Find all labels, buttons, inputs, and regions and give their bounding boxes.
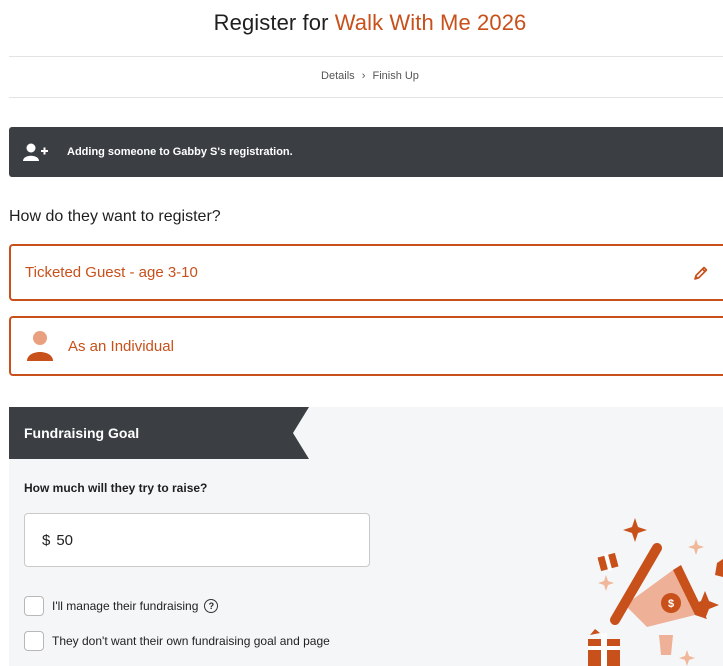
svg-text:$: $ bbox=[668, 598, 674, 610]
breadcrumb-step-details[interactable]: Details bbox=[321, 70, 355, 82]
goal-amount-input[interactable]: $ 50 bbox=[24, 513, 370, 567]
register-question: How do they want to register? bbox=[9, 208, 221, 225]
banner-message: Adding someone to Gabby S's registration… bbox=[67, 146, 293, 158]
participation-option[interactable]: As an Individual bbox=[9, 316, 723, 376]
manage-fundraising-checkbox[interactable] bbox=[24, 596, 44, 616]
no-goal-checkbox[interactable] bbox=[24, 631, 44, 651]
pencil-icon[interactable] bbox=[693, 265, 709, 285]
divider-top bbox=[9, 56, 723, 57]
breadcrumb-step-finish[interactable]: Finish Up bbox=[372, 70, 418, 82]
event-name: Walk With Me 2026 bbox=[334, 10, 527, 35]
help-icon[interactable]: ? bbox=[204, 599, 219, 613]
ticket-type-label: Ticketed Guest - age 3-10 bbox=[25, 264, 198, 281]
adding-someone-banner: Adding someone to Gabby S's registration… bbox=[9, 127, 723, 177]
manage-fundraising-row[interactable]: I'll manage their fundraising ? bbox=[24, 596, 219, 616]
ticket-type-option[interactable]: Ticketed Guest - age 3-10 bbox=[9, 244, 723, 301]
no-goal-label: They don't want their own fundraising go… bbox=[52, 634, 330, 648]
fundraising-tab-label: Fundraising Goal bbox=[24, 425, 140, 441]
divider-bottom bbox=[9, 97, 723, 98]
fundraising-tab: Fundraising Goal bbox=[9, 407, 309, 459]
page-title: Register for Walk With Me 2026 bbox=[0, 10, 723, 36]
breadcrumb: Details › Finish Up bbox=[0, 70, 723, 82]
currency-symbol: $ bbox=[42, 531, 51, 549]
goal-amount-value: 50 bbox=[56, 531, 74, 549]
person-icon bbox=[26, 330, 54, 362]
no-goal-row[interactable]: They don't want their own fundraising go… bbox=[24, 631, 330, 651]
participation-label: As an Individual bbox=[68, 337, 174, 355]
page-title-prefix: Register for bbox=[213, 10, 329, 35]
breadcrumb-separator: › bbox=[361, 70, 366, 82]
raise-question: How much will they try to raise? bbox=[24, 481, 208, 495]
megaphone-gifts-illustration: $ bbox=[585, 515, 723, 666]
manage-fundraising-label: I'll manage their fundraising bbox=[52, 599, 199, 613]
add-user-icon bbox=[23, 143, 49, 161]
